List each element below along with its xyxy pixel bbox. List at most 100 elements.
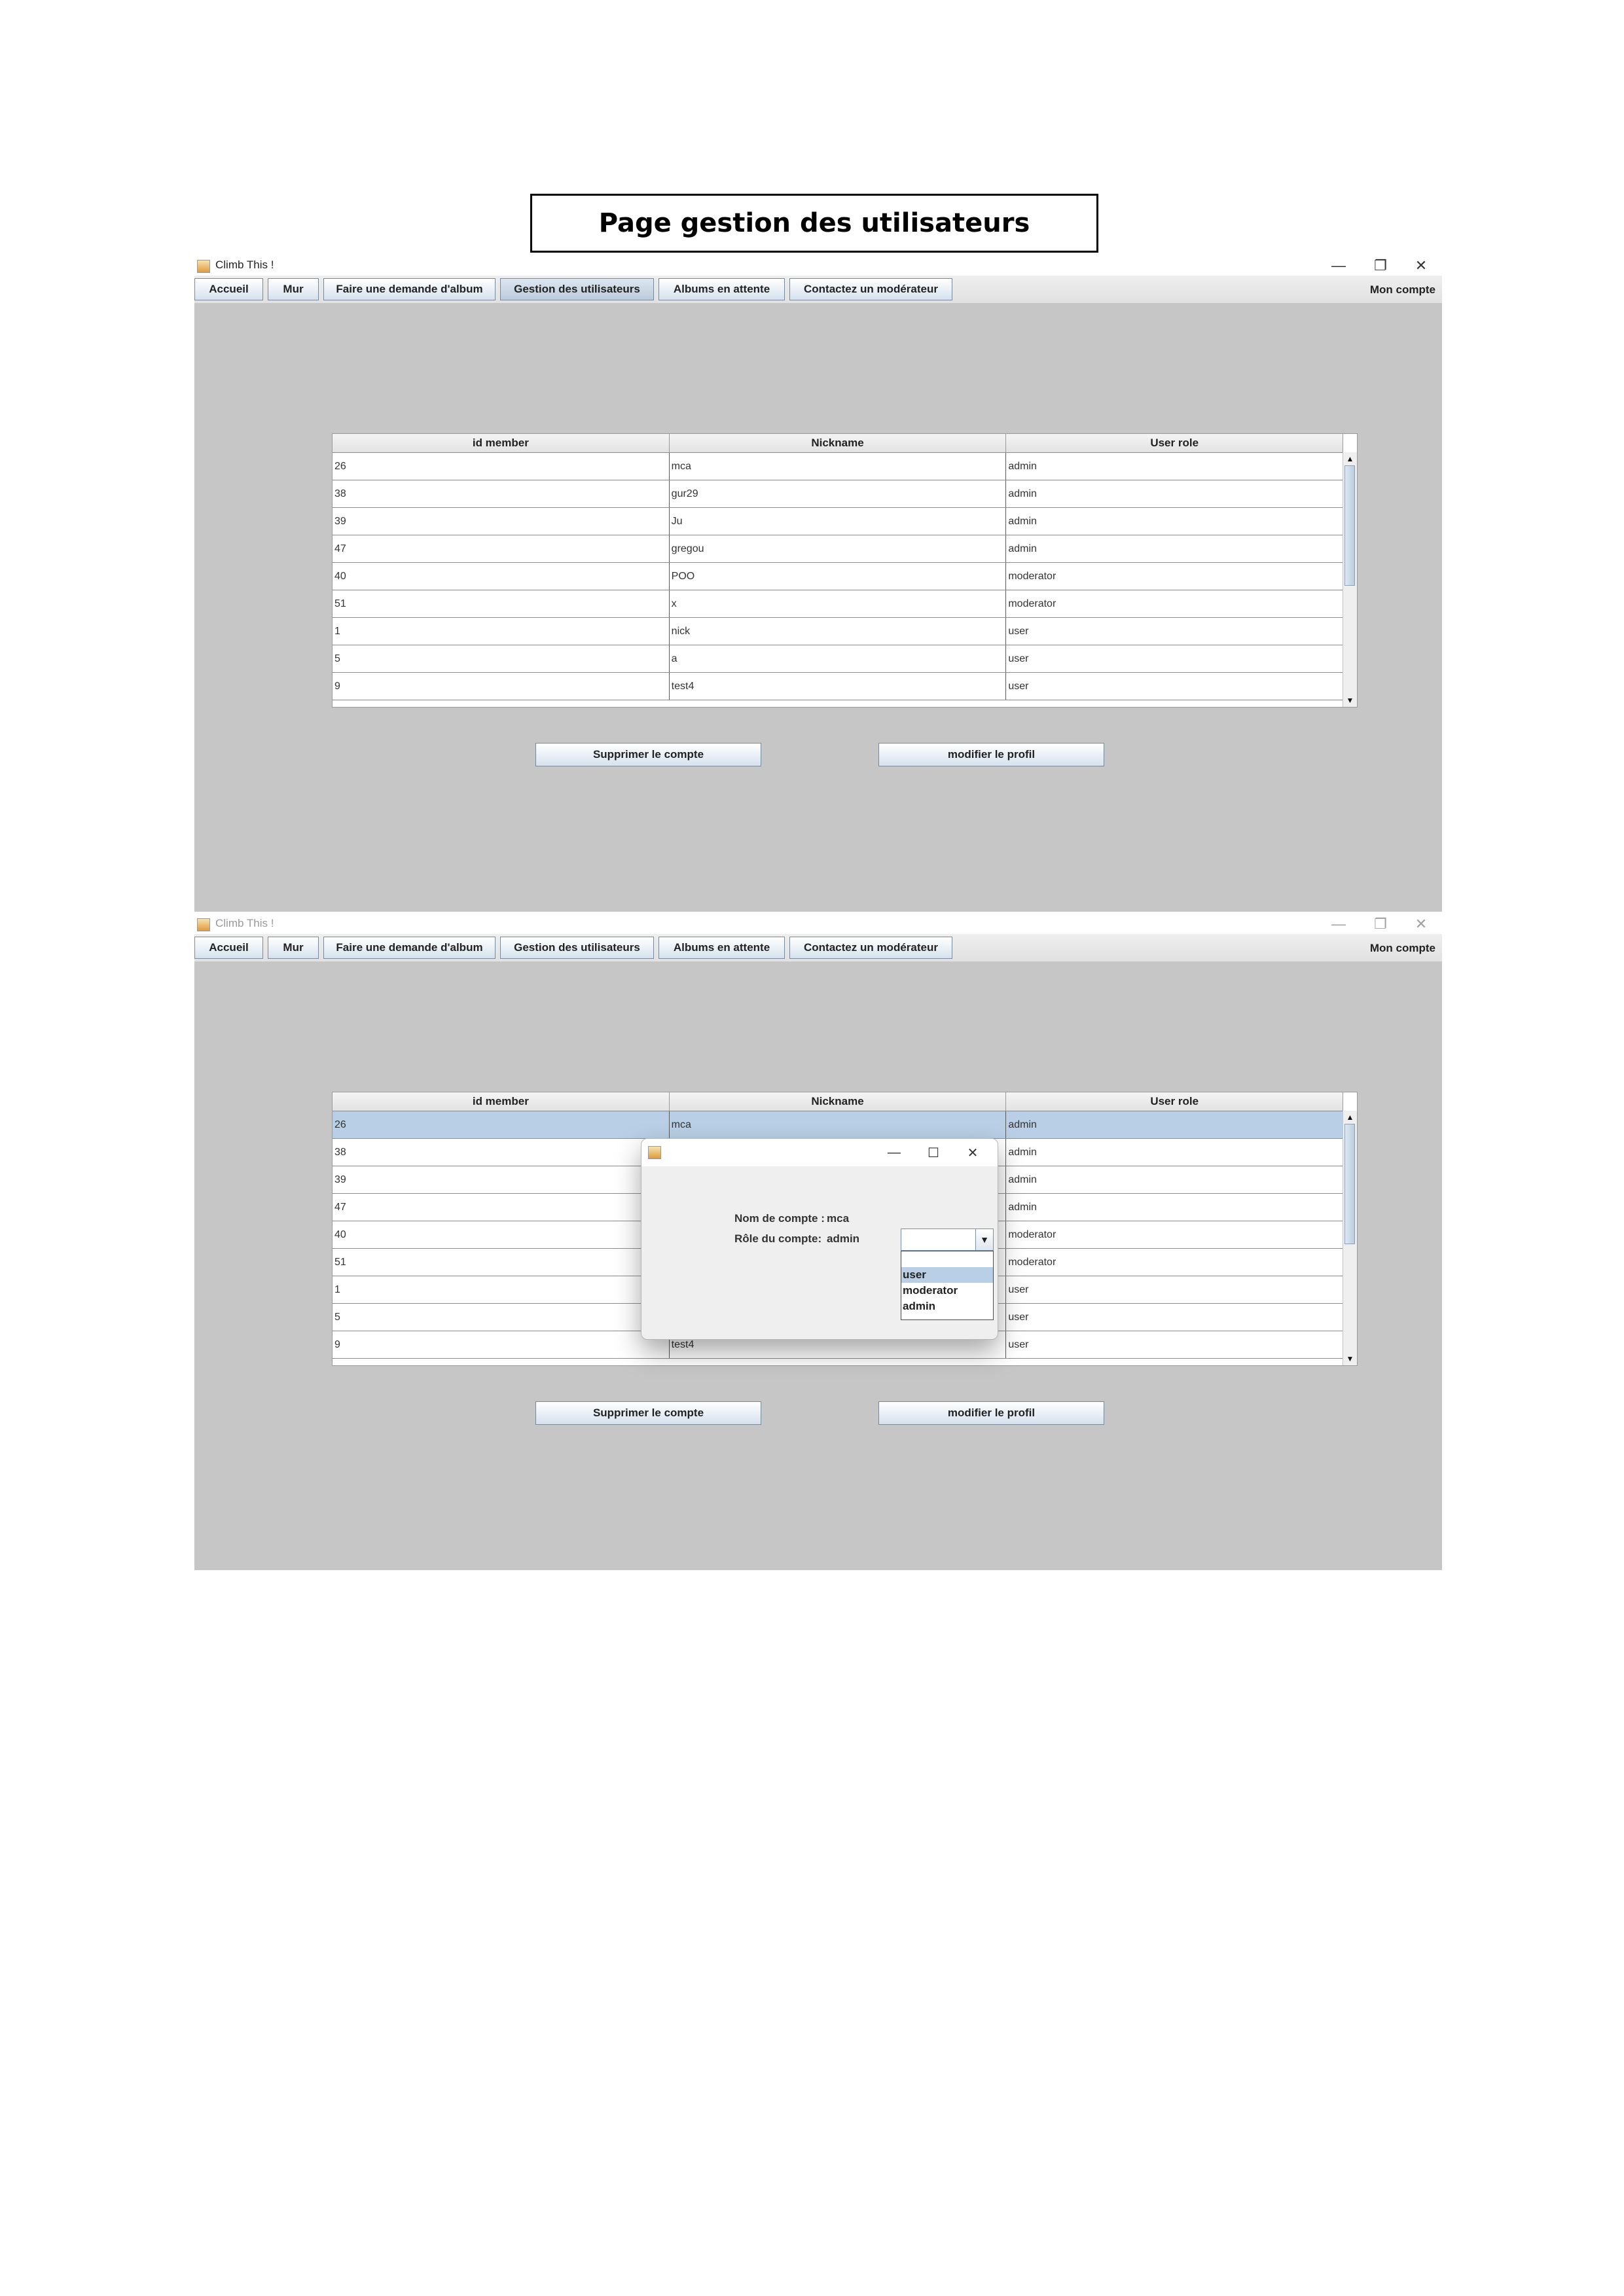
cell-nickname: nick bbox=[670, 618, 1007, 645]
cell-nickname: gur29 bbox=[670, 480, 1007, 507]
cell-role: moderator bbox=[1006, 563, 1344, 590]
table-row[interactable]: 40POOmoderator bbox=[333, 563, 1344, 590]
window-title: Climb This ! bbox=[215, 259, 274, 271]
cell-role: user bbox=[1006, 673, 1344, 700]
column-header-id[interactable]: id member bbox=[333, 434, 670, 452]
minimize-icon[interactable]: — bbox=[1318, 256, 1360, 276]
minimize-icon[interactable]: — bbox=[876, 1141, 912, 1164]
restore-icon[interactable]: ❐ bbox=[1360, 914, 1401, 934]
maximize-icon[interactable]: ☐ bbox=[915, 1141, 952, 1164]
cell-nickname: gregou bbox=[670, 535, 1007, 562]
role-option-user[interactable]: user bbox=[901, 1267, 993, 1283]
app-window-2: Climb This ! — ❐ ✕ Accueil Mur Faire une… bbox=[194, 914, 1442, 1570]
edit-role-dialog: — ☐ ✕ Nom de compte : mca Rôle du compte… bbox=[641, 1138, 998, 1340]
java-app-icon bbox=[197, 260, 210, 273]
cell-id: 1 bbox=[333, 1276, 670, 1303]
table-row[interactable]: 38gur29admin bbox=[333, 480, 1344, 508]
restore-icon[interactable]: ❐ bbox=[1360, 256, 1401, 276]
cell-role: admin bbox=[1006, 480, 1344, 507]
scroll-thumb[interactable] bbox=[1344, 1124, 1355, 1244]
cell-id: 47 bbox=[333, 1194, 670, 1221]
window-titlebar[interactable]: Climb This ! — ❐ ✕ bbox=[194, 256, 1442, 276]
cell-id: 1 bbox=[333, 618, 670, 645]
close-icon[interactable]: ✕ bbox=[954, 1141, 991, 1164]
scroll-down-icon[interactable]: ▼ bbox=[1343, 694, 1357, 707]
scroll-down-icon[interactable]: ▼ bbox=[1343, 1352, 1357, 1365]
nav-contact-moderateur-button[interactable]: Contactez un modérateur bbox=[789, 278, 952, 300]
edit-profile-button[interactable]: modifier le profil bbox=[878, 743, 1104, 766]
nav-albums-attente-button[interactable]: Albums en attente bbox=[659, 278, 785, 300]
table-scrollbar[interactable]: ▲ ▼ bbox=[1343, 452, 1357, 707]
table-row[interactable]: 9 test4 user bbox=[333, 673, 1344, 700]
column-header-nickname[interactable]: Nickname bbox=[670, 434, 1007, 452]
cell-role: admin bbox=[1006, 1194, 1344, 1221]
users-table: id member Nickname User role 26 mca admin … bbox=[332, 433, 1358, 708]
role-option-admin[interactable]: admin bbox=[901, 1299, 993, 1314]
table-scrollbar[interactable]: ▲ ▼ bbox=[1343, 1111, 1357, 1365]
scroll-up-icon[interactable]: ▲ bbox=[1343, 1111, 1357, 1124]
table-row-selected[interactable]: 26 mca admin bbox=[333, 1111, 1344, 1139]
nav-mur-button[interactable]: Mur bbox=[268, 937, 319, 959]
account-role-label: Rôle du compte: bbox=[734, 1232, 822, 1245]
cell-nickname: x bbox=[670, 590, 1007, 617]
cell-id: 5 bbox=[333, 645, 670, 672]
chevron-down-icon[interactable]: ▼ bbox=[975, 1229, 993, 1250]
nav-demande-album-button[interactable]: Faire une demande d'album bbox=[323, 937, 496, 959]
cell-role: user bbox=[1006, 1331, 1344, 1358]
cell-role: admin bbox=[1006, 508, 1344, 535]
cell-id: 39 bbox=[333, 508, 670, 535]
nav-gestion-utilisateurs-button[interactable]: Gestion des utilisateurs bbox=[500, 937, 654, 959]
nav-albums-attente-button[interactable]: Albums en attente bbox=[659, 937, 785, 959]
window-titlebar[interactable]: Climb This ! — ❐ ✕ bbox=[194, 914, 1442, 934]
dialog-titlebar[interactable]: — ☐ ✕ bbox=[641, 1139, 998, 1166]
mon-compte-menu[interactable]: Mon compte bbox=[1370, 283, 1435, 296]
minimize-icon[interactable]: — bbox=[1318, 914, 1360, 934]
table-row[interactable]: 26 mca admin bbox=[333, 453, 1344, 480]
cell-id: 51 bbox=[333, 590, 670, 617]
mon-compte-menu[interactable]: Mon compte bbox=[1370, 942, 1435, 955]
cell-role: user bbox=[1006, 1276, 1344, 1303]
table-row[interactable]: 39Juadmin bbox=[333, 508, 1344, 535]
nav-gestion-utilisateurs-button[interactable]: Gestion des utilisateurs bbox=[500, 278, 654, 300]
role-option-moderator[interactable]: moderator bbox=[901, 1283, 993, 1299]
cell-role: moderator bbox=[1006, 590, 1344, 617]
close-icon[interactable]: ✕ bbox=[1400, 256, 1442, 276]
cell-nickname: mca bbox=[670, 453, 1007, 480]
account-name-label: Nom de compte : bbox=[734, 1212, 825, 1225]
nav-accueil-button[interactable]: Accueil bbox=[194, 278, 263, 300]
java-app-icon bbox=[197, 918, 210, 931]
cell-id: 5 bbox=[333, 1304, 670, 1331]
cell-id: 47 bbox=[333, 535, 670, 562]
nav-accueil-button[interactable]: Accueil bbox=[194, 937, 263, 959]
cell-role: admin bbox=[1006, 453, 1344, 480]
scroll-up-icon[interactable]: ▲ bbox=[1343, 452, 1357, 465]
nav-mur-button[interactable]: Mur bbox=[268, 278, 319, 300]
cell-id: 38 bbox=[333, 1139, 670, 1166]
delete-account-button[interactable]: Supprimer le compte bbox=[535, 743, 761, 766]
column-header-role[interactable]: User role bbox=[1006, 1092, 1344, 1111]
account-role-value: admin bbox=[827, 1232, 860, 1245]
column-header-role[interactable]: User role bbox=[1006, 434, 1344, 452]
table-row[interactable]: 51xmoderator bbox=[333, 590, 1344, 618]
cell-id: 39 bbox=[333, 1166, 670, 1193]
cell-id: 40 bbox=[333, 1221, 670, 1248]
table-row[interactable]: 47gregouadmin bbox=[333, 535, 1344, 563]
column-header-id[interactable]: id member bbox=[333, 1092, 670, 1111]
cell-nickname: a bbox=[670, 645, 1007, 672]
close-icon[interactable]: ✕ bbox=[1400, 914, 1442, 934]
account-name-value: mca bbox=[827, 1212, 850, 1225]
cell-id: 51 bbox=[333, 1249, 670, 1276]
edit-profile-button[interactable]: modifier le profil bbox=[878, 1401, 1104, 1425]
table-body: 26mcaadmin 38gur29admin 39Juadmin 47greg… bbox=[333, 453, 1344, 700]
java-app-icon bbox=[648, 1146, 661, 1159]
table-row[interactable]: 1nickuser bbox=[333, 618, 1344, 645]
column-header-nickname[interactable]: Nickname bbox=[670, 1092, 1007, 1111]
nav-contact-moderateur-button[interactable]: Contactez un modérateur bbox=[789, 937, 952, 959]
nav-demande-album-button[interactable]: Faire une demande d'album bbox=[323, 278, 496, 300]
delete-account-button[interactable]: Supprimer le compte bbox=[535, 1401, 761, 1425]
scroll-thumb[interactable] bbox=[1344, 465, 1355, 586]
cell-nickname: test4 bbox=[670, 673, 1007, 700]
table-row[interactable]: 5auser bbox=[333, 645, 1344, 673]
role-select[interactable]: ▼ bbox=[901, 1229, 994, 1251]
table-header: id member Nickname User role bbox=[333, 434, 1344, 453]
